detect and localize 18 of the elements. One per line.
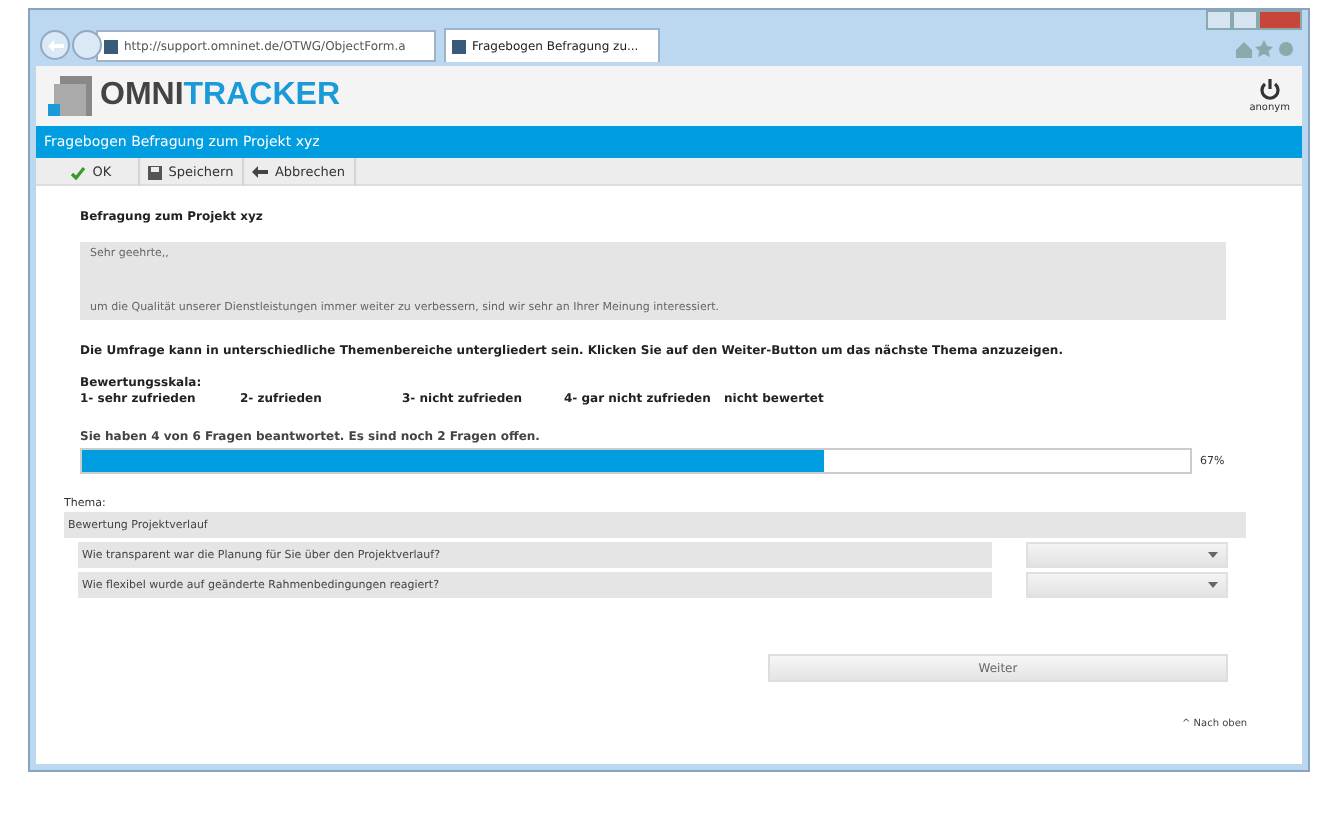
browser-tools-icon[interactable]	[1234, 40, 1294, 58]
logo-icon	[48, 76, 92, 116]
back-arrow-icon	[47, 39, 63, 51]
logo-text: OMNITRACKER	[100, 78, 340, 114]
caret-icon	[1208, 582, 1218, 588]
forward-button[interactable]	[72, 30, 102, 60]
minimize-button[interactable]	[1206, 10, 1232, 30]
power-icon[interactable]	[1257, 78, 1282, 102]
rating-dropdown[interactable]	[1026, 572, 1228, 598]
back-arrow-icon	[252, 166, 269, 178]
checkmark-icon	[70, 165, 87, 179]
back-button[interactable]	[40, 30, 70, 60]
rating-dropdown[interactable]	[1026, 542, 1228, 568]
maximize-button[interactable]	[1232, 10, 1258, 30]
site-icon	[452, 39, 466, 53]
caret-icon	[1208, 552, 1218, 558]
site-icon	[104, 39, 118, 53]
close-button[interactable]	[1258, 10, 1302, 30]
